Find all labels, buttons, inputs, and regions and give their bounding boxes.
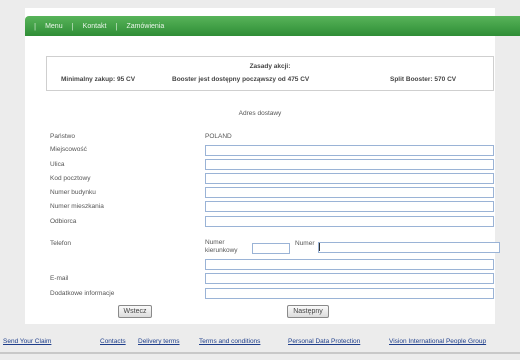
footer-divider — [0, 352, 520, 354]
nav-separator: | — [34, 21, 37, 31]
promotion-rules-box: Zasady akcji: Minimalny zakup: 95 CV Boo… — [46, 56, 494, 91]
additional-info-label: Dodatkowe informacje — [50, 290, 115, 297]
rule-booster: Booster jest dostępny począwszy od 475 C… — [172, 76, 310, 83]
street-label: Ulica — [50, 161, 65, 168]
building-number-label: Numer budynku — [50, 189, 96, 196]
text-cursor — [319, 243, 320, 251]
recipient-label: Odbiorca — [50, 218, 77, 225]
number-label: Numer — [295, 240, 315, 247]
footer-link-data-protection[interactable]: Personal Data Protection — [288, 338, 360, 345]
nav-item-contact[interactable]: Kontakt — [83, 23, 107, 30]
footer: Send Your Claim Contacts Delivery terms … — [0, 338, 520, 350]
footer-link-contacts[interactable]: Contacts — [100, 338, 126, 345]
country-label: Państwo — [50, 133, 75, 140]
back-button[interactable]: Wstecz — [118, 305, 152, 318]
footer-link-vision-group[interactable]: Vision International People Group — [389, 338, 486, 345]
city-input[interactable] — [205, 145, 494, 156]
phone-label: Telefon — [50, 240, 71, 247]
rule-min-purchase: Minimalny zakup: 95 CV — [61, 76, 136, 83]
nav-item-menu[interactable]: Menu — [45, 23, 63, 30]
phone-extra-input[interactable] — [205, 259, 494, 270]
footer-link-send-claim[interactable]: Send Your Claim — [3, 338, 51, 345]
city-label: Miejscowość — [50, 146, 87, 153]
next-button[interactable]: Następny — [287, 305, 329, 318]
recipient-input[interactable] — [205, 216, 494, 227]
area-code-label: Numer kierunkowy — [205, 239, 238, 254]
rule-split-booster: Split Booster: 570 CV — [390, 76, 457, 83]
postal-code-label: Kod pocztowy — [50, 175, 91, 182]
nav-separator: | — [71, 21, 74, 31]
street-input[interactable] — [205, 159, 494, 170]
building-number-input[interactable] — [205, 187, 494, 198]
phone-number-input[interactable] — [318, 242, 500, 253]
area-code-input[interactable] — [252, 243, 290, 254]
postal-code-input[interactable] — [205, 173, 494, 184]
email-label: E-mail — [50, 275, 69, 282]
rules-title: Zasady akcji: — [249, 63, 291, 70]
nav-separator: | — [115, 21, 118, 31]
apartment-number-input[interactable] — [205, 201, 494, 212]
top-navbar: | Menu | Kontakt | Zamówienia — [25, 16, 520, 36]
additional-info-input[interactable] — [205, 288, 494, 299]
apartment-number-label: Numer mieszkania — [50, 203, 104, 210]
country-value: POLAND — [205, 133, 232, 140]
section-title: Adres dostawy — [238, 110, 282, 117]
nav-item-orders[interactable]: Zamówienia — [127, 23, 165, 30]
footer-link-terms-conditions[interactable]: Terms and conditions — [199, 338, 260, 345]
footer-link-delivery-terms[interactable]: Delivery terms — [138, 338, 180, 345]
email-input[interactable] — [205, 273, 494, 284]
